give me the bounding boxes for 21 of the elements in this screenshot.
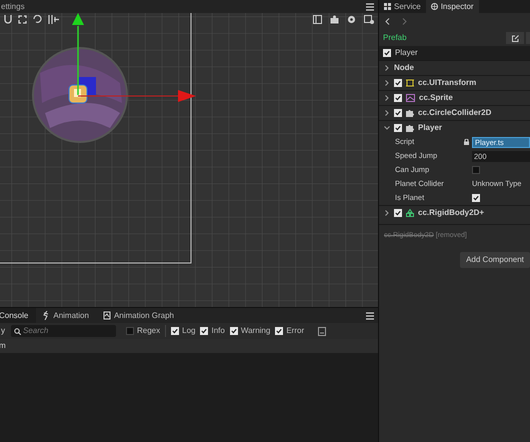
filter-label: y (0, 325, 5, 337)
filter-checkbox[interactable]: Log (165, 325, 196, 337)
panel-title: ettings (0, 0, 25, 12)
component-title[interactable]: Player (418, 122, 442, 134)
panel-tab[interactable]: Animation (36, 308, 97, 323)
inspector-tab[interactable]: Inspector (426, 0, 479, 13)
asset-type-label: Prefab (383, 32, 407, 44)
component-title[interactable]: cc.RigidBody2D+ (418, 207, 484, 219)
component-title[interactable]: cc.UITransform (418, 77, 476, 89)
add-component-button[interactable]: Add Component (460, 252, 530, 268)
component-title[interactable]: Node (394, 62, 414, 74)
filter-checkbox[interactable]: Error (275, 325, 304, 337)
component-title[interactable]: cc.CircleCollider2D (418, 107, 492, 119)
inspector-tab[interactable]: Service (379, 0, 426, 13)
filter-checkbox[interactable]: Regex (126, 325, 160, 337)
filter-checkbox[interactable]: Info (200, 325, 225, 337)
component-title[interactable]: cc.Sprite (419, 92, 453, 104)
search-field[interactable]: Search (11, 325, 116, 337)
node-name-field[interactable]: Player (395, 47, 418, 59)
panel-tab[interactable]: Animation Graph (96, 308, 182, 323)
filter-checkbox[interactable]: Warning (230, 325, 270, 337)
